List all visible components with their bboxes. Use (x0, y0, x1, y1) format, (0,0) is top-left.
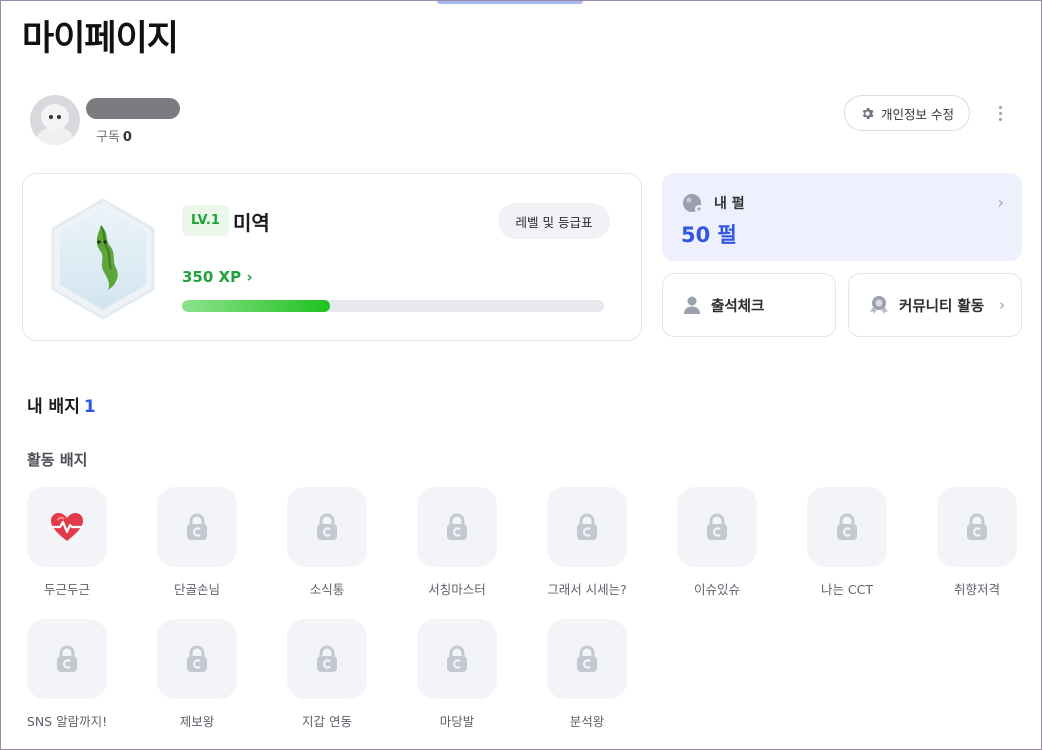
gear-icon (862, 107, 874, 119)
badge-item[interactable]: 단골손님 (137, 487, 257, 597)
activity-badges-title: 활동 배지 (27, 451, 88, 469)
badge-tile-locked (677, 487, 757, 567)
badge-item[interactable]: 소식통 (267, 487, 387, 597)
lock-icon (577, 645, 597, 672)
badge-item[interactable]: 그래서 시세는? (527, 487, 647, 597)
badge-item[interactable]: 제보왕 (137, 619, 257, 729)
lock-icon (187, 645, 207, 672)
avatar-eye (49, 115, 53, 119)
avatar[interactable] (30, 95, 80, 145)
badge-item[interactable]: 서칭마스터 (397, 487, 517, 597)
attendance-card[interactable]: 출석체크 (662, 273, 836, 337)
badge-label: SNS 알람까지! (26, 714, 108, 729)
lock-icon (187, 513, 207, 540)
lock-icon (837, 513, 857, 540)
my-badges-title: 내 배지 1 (27, 392, 96, 417)
level-card: LV.1 미역 레벨 및 등급표 350 XP › (22, 173, 642, 341)
lock-icon (447, 513, 467, 540)
attendance-label: 출석체크 (711, 298, 765, 315)
subscribe-number: 0 (122, 130, 132, 145)
chevron-right-icon: › (999, 296, 1005, 314)
badge-label: 그래서 시세는? (547, 582, 627, 597)
nickname-redacted (86, 98, 180, 119)
badge-tile-locked (937, 487, 1017, 567)
badge-label: 두근두근 (43, 582, 90, 597)
badge-label: 나는 CCT (820, 582, 874, 597)
chevron-right-icon: › (997, 193, 1004, 212)
badge-label: 소식통 (309, 582, 345, 597)
xp-progress-fill (182, 300, 330, 312)
my-badges-label: 내 배지 (27, 397, 80, 417)
more-options-icon[interactable] (990, 100, 1010, 126)
badge-item[interactable]: SNS 알람까지! (7, 619, 127, 729)
edit-profile-label: 개인정보 수정 (881, 106, 954, 122)
badge-label: 단골손님 (173, 582, 220, 597)
pearl-card[interactable]: 내 펄 50 펄 › (662, 173, 1022, 261)
level-badge: LV.1 (182, 205, 229, 236)
lock-icon (317, 513, 337, 540)
pearl-value: 50 펄 (681, 223, 737, 247)
badge-tile-locked (547, 487, 627, 567)
chevron-right-icon: › (246, 268, 253, 286)
lock-icon (317, 645, 337, 672)
badge-item[interactable]: 두근두근 (7, 487, 127, 597)
badge-tile-locked (417, 619, 497, 699)
badge-item[interactable]: 지갑 연동 (267, 619, 387, 729)
level-grade-button[interactable]: 레벨 및 등급표 (498, 203, 610, 239)
top-tab-indicator (437, 0, 583, 4)
badge-tile-locked (27, 619, 107, 699)
xp-link[interactable]: 350 XP › (182, 268, 253, 286)
person-icon (684, 296, 700, 314)
community-activity-card[interactable]: 커뮤니티 활동 › (848, 273, 1022, 337)
badge-item[interactable]: 마당발 (397, 619, 517, 729)
badge-label: 이슈있슈 (693, 582, 740, 597)
edit-profile-button[interactable]: 개인정보 수정 (844, 95, 970, 131)
badge-item[interactable]: 나는 CCT (787, 487, 907, 597)
badge-tile-locked (417, 487, 497, 567)
medal-icon (870, 296, 888, 314)
badge-tile-locked (807, 487, 887, 567)
badge-label: 취향저격 (953, 582, 1000, 597)
lock-icon (577, 513, 597, 540)
avatar-head (41, 104, 69, 130)
badge-item[interactable]: 이슈있슈 (657, 487, 777, 597)
lock-icon (57, 645, 77, 672)
badge-tile-locked (287, 487, 367, 567)
level-name: 미역 (233, 211, 270, 235)
lock-icon (707, 513, 727, 540)
badge-label: 지갑 연동 (302, 714, 352, 729)
badge-tile-locked (157, 619, 237, 699)
my-badges-count: 1 (83, 397, 96, 417)
pearl-label: 내 펄 (714, 196, 745, 212)
lock-icon (447, 645, 467, 672)
community-activity-label: 커뮤니티 활동 (899, 298, 985, 315)
badge-item[interactable]: 분석왕 (527, 619, 647, 729)
subscribe-label: 구독 (96, 130, 120, 145)
badge-label: 마당발 (439, 714, 475, 729)
badge-item[interactable]: 취향저격 (917, 487, 1037, 597)
pearl-icon (683, 194, 703, 213)
avatar-eye (57, 115, 61, 119)
lock-icon (967, 513, 987, 540)
badge-tile-unlocked (27, 487, 107, 567)
badge-label: 분석왕 (569, 714, 605, 729)
xp-value: 350 XP (182, 268, 242, 286)
page-title: 마이페이지 (22, 19, 179, 59)
badge-label: 제보왕 (179, 714, 215, 729)
badge-tile-locked (287, 619, 367, 699)
heartbeat-icon (50, 513, 84, 541)
xp-progress-bar (182, 300, 604, 312)
badge-tile-locked (547, 619, 627, 699)
seaweed-level-icon (51, 198, 155, 320)
badge-tile-locked (157, 487, 237, 567)
badge-label: 서칭마스터 (428, 582, 486, 597)
subscribe-count[interactable]: 구독 0 (96, 126, 132, 145)
